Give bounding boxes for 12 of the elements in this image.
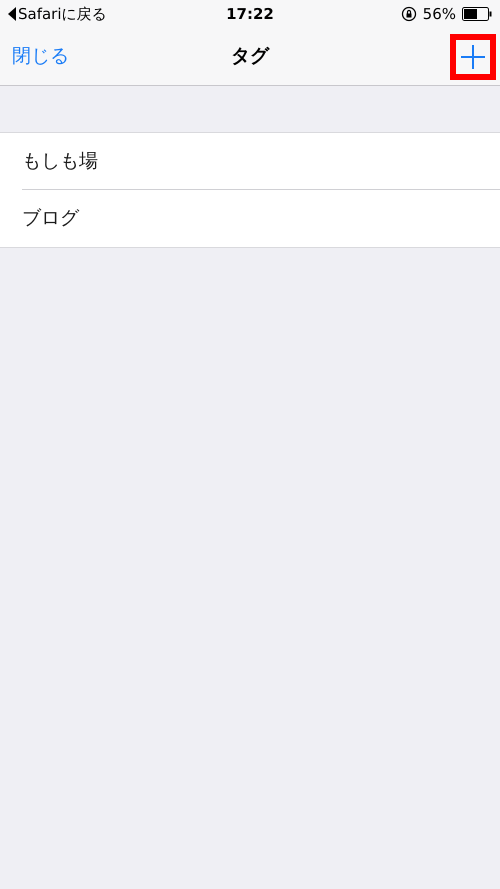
battery-percent: 56% xyxy=(422,4,456,25)
plus-icon xyxy=(461,44,485,68)
back-triangle-icon[interactable] xyxy=(8,7,16,21)
battery-icon xyxy=(462,7,492,21)
back-to-app-link[interactable]: Safariに戻る xyxy=(18,2,107,26)
screen-title: タグ xyxy=(231,44,269,70)
close-button[interactable]: 閉じる xyxy=(12,42,69,71)
tag-item[interactable]: もしも場 xyxy=(22,146,98,176)
status-time: 17:22 xyxy=(226,4,274,25)
tag-item[interactable]: ブログ xyxy=(22,204,79,233)
rotation-lock-icon xyxy=(400,6,417,22)
add-button[interactable] xyxy=(450,34,496,80)
